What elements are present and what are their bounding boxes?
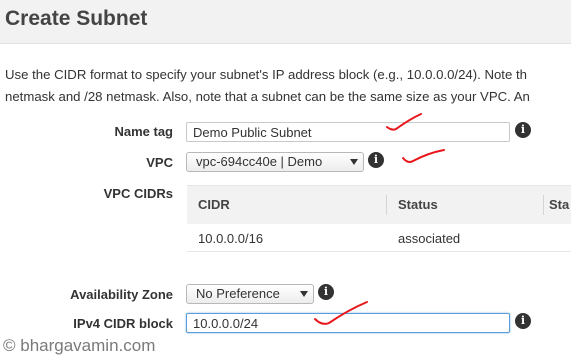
annotation-checkmarks (314, 113, 445, 325)
annotation-checkmark (402, 149, 445, 163)
annotation-checkmark (314, 301, 368, 325)
annotation-checkmark (386, 113, 422, 131)
create-subnet-page: Create Subnet Use the CIDR format to spe… (0, 0, 571, 357)
watermark: © bhargavamin.com (3, 336, 156, 355)
